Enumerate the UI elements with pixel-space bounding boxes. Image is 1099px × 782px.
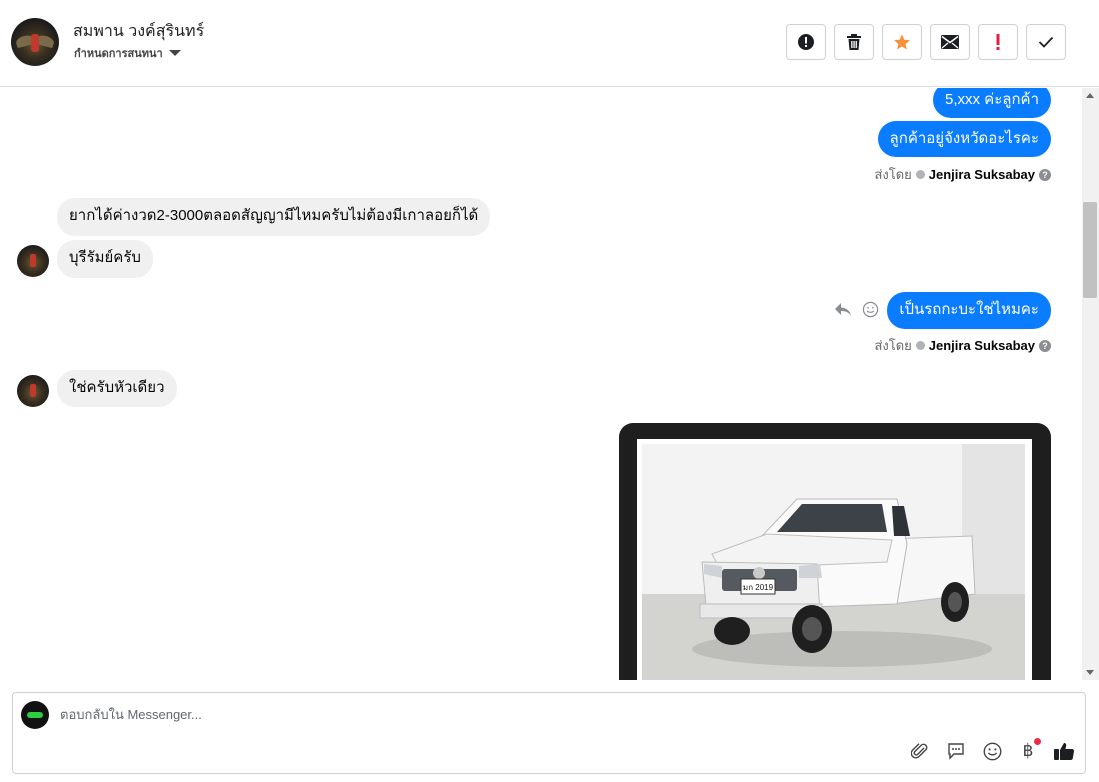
schedule-label: กำหนดการสนทนา bbox=[74, 48, 163, 60]
attach-button[interactable] bbox=[909, 740, 931, 762]
star-button[interactable] bbox=[882, 24, 922, 60]
sent-by-prefix: ส่งโดย bbox=[874, 338, 912, 353]
sent-by-prefix: ส่งโดย bbox=[874, 167, 912, 182]
thread-scrollbar[interactable] bbox=[1082, 88, 1099, 680]
emoji-button[interactable] bbox=[981, 740, 1003, 762]
reply-icon[interactable] bbox=[834, 302, 852, 318]
reply-input[interactable] bbox=[60, 707, 860, 722]
page-avatar bbox=[21, 701, 49, 729]
message-hover-actions bbox=[834, 301, 879, 318]
check-icon bbox=[1038, 36, 1054, 48]
thumbs-up-icon bbox=[1054, 743, 1075, 761]
like-button[interactable] bbox=[1053, 740, 1075, 762]
envelope-icon bbox=[941, 35, 959, 49]
sent-by-label: ส่งโดย Jenjira Suksabay ? bbox=[874, 335, 1051, 356]
reply-composer: ฿ bbox=[12, 692, 1086, 774]
chat-bubble-icon bbox=[948, 743, 964, 760]
saved-replies-button[interactable] bbox=[945, 740, 967, 762]
paperclip-icon bbox=[911, 743, 928, 759]
flag-important-button[interactable] bbox=[978, 24, 1018, 60]
scroll-up-arrow-icon[interactable] bbox=[1086, 93, 1094, 98]
sender-name[interactable]: Jenjira Suksabay bbox=[929, 338, 1035, 353]
delete-button[interactable] bbox=[834, 24, 874, 60]
contact-avatar-small[interactable] bbox=[17, 245, 49, 277]
trash-icon bbox=[847, 34, 861, 50]
emoji-react-icon[interactable] bbox=[862, 301, 879, 318]
caret-down-icon bbox=[168, 50, 181, 56]
report-button[interactable] bbox=[786, 24, 826, 60]
message-bubble-outgoing[interactable]: เป็นรถกะบะใช่ไหมคะ bbox=[887, 292, 1051, 329]
help-icon[interactable]: ? bbox=[1039, 339, 1051, 352]
star-icon bbox=[894, 34, 910, 50]
composer-toolbar: ฿ bbox=[909, 738, 1075, 762]
header-toolbar bbox=[786, 24, 1066, 60]
gear-icon bbox=[915, 341, 925, 350]
baht-icon: ฿ bbox=[1022, 741, 1034, 761]
message-bubble-outgoing[interactable]: ลูกค้าอยู่จังหวัดอะไรคะ bbox=[877, 121, 1051, 157]
help-icon[interactable]: ? bbox=[1039, 168, 1051, 181]
pickup-truck-photo: มก 2019 bbox=[642, 444, 1025, 680]
mark-unread-button[interactable] bbox=[930, 24, 970, 60]
message-bubble-incoming[interactable]: ยากได้ค่างวด2-3000ตลอดสัญญามีไหมครับไม่ต… bbox=[57, 198, 491, 236]
message-bubble-incoming[interactable]: บุรีรัมย์ครับ bbox=[57, 240, 153, 278]
contact-name[interactable]: สมพาน วงค์สุรินทร์ bbox=[73, 19, 204, 44]
alert-circle-icon bbox=[798, 34, 814, 50]
gear-icon bbox=[915, 170, 925, 179]
message-bubble-incoming[interactable]: ใช่ครับหัวเดียว bbox=[57, 370, 177, 407]
exclamation-icon bbox=[996, 34, 1000, 50]
license-plate: มก 2019 bbox=[743, 583, 774, 592]
pickup-truck-illustration: มก 2019 bbox=[642, 444, 1025, 680]
emoji-icon bbox=[983, 742, 1001, 760]
scroll-down-arrow-icon[interactable] bbox=[1086, 670, 1094, 675]
sender-name[interactable]: Jenjira Suksabay bbox=[929, 167, 1035, 182]
mark-done-button[interactable] bbox=[1026, 24, 1066, 60]
contact-avatar-small[interactable] bbox=[17, 375, 49, 407]
contact-avatar[interactable] bbox=[11, 18, 59, 66]
scroll-thumb[interactable] bbox=[1083, 202, 1097, 298]
conversation-schedule-dropdown[interactable]: กำหนดการสนทนา bbox=[74, 44, 181, 62]
message-bubble-outgoing[interactable]: 5,xxx ค่ะลูกค้า bbox=[933, 88, 1051, 118]
conversation-header: สมพาน วงค์สุรินทร์ กำหนดการสนทนา bbox=[0, 0, 1099, 87]
image-attachment[interactable]: มก 2019 bbox=[619, 423, 1051, 680]
sent-by-label: ส่งโดย Jenjira Suksabay ? bbox=[874, 164, 1051, 185]
payment-button[interactable]: ฿ bbox=[1017, 738, 1041, 762]
notification-dot bbox=[1034, 738, 1041, 745]
message-thread[interactable]: 5,xxx ค่ะลูกค้า ลูกค้าอยู่จังหวัดอะไรคะ … bbox=[0, 88, 1082, 680]
